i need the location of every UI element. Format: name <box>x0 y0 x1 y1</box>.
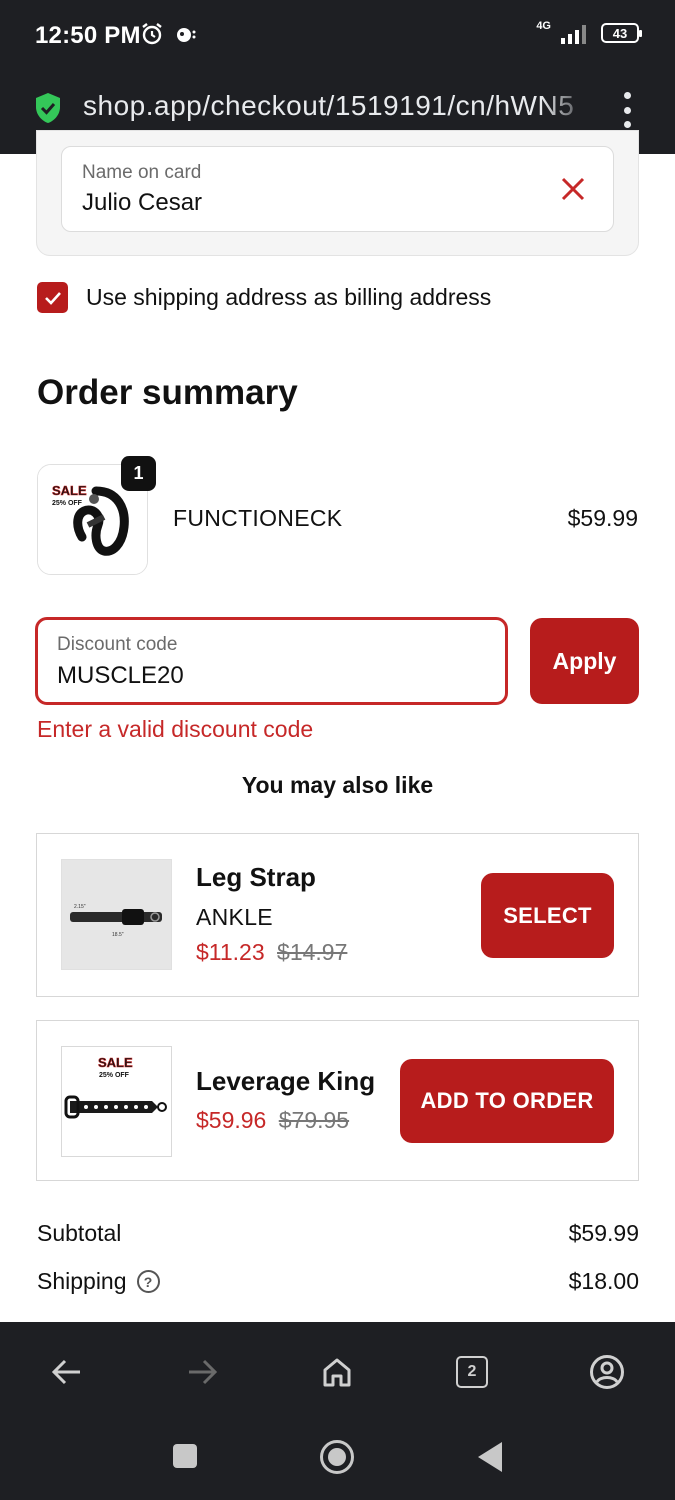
tab-count: 2 <box>456 1356 488 1388</box>
browser-bottom-bar: 2 <box>0 1322 675 1420</box>
subtotal-label: Subtotal <box>37 1220 122 1246</box>
upsell-price: $59.96 $79.95 <box>196 1107 349 1134</box>
billing-checkbox-label[interactable]: Use shipping address as billing address <box>86 284 491 311</box>
status-time: 12:50 PM <box>35 22 141 49</box>
name-on-card-field[interactable]: Name on card Julio Cesar <box>61 146 614 232</box>
billing-checkbox[interactable] <box>37 282 68 313</box>
sale-price: $59.96 <box>196 1107 267 1133</box>
svg-text:SALE: SALE <box>52 483 87 498</box>
battery-icon: 43 <box>601 23 642 43</box>
tab-switcher-icon[interactable]: 2 <box>452 1352 492 1392</box>
help-icon[interactable]: ? <box>136 1270 160 1293</box>
system-nav-bar <box>0 1420 675 1500</box>
shield-check-icon[interactable] <box>34 92 62 124</box>
subtotal-row: Subtotal $59.99 <box>37 1220 639 1247</box>
upsell-title: Leverage King <box>196 1066 376 1096</box>
system-home-icon[interactable] <box>320 1440 354 1474</box>
svg-text:25% OFF: 25% OFF <box>52 500 83 507</box>
discount-code-value: MUSCLE20 <box>57 662 184 689</box>
upsell-heading: You may also like <box>241 772 434 798</box>
svg-text:25% OFF: 25% OFF <box>99 1072 130 1079</box>
clear-icon[interactable] <box>559 175 587 203</box>
url-text[interactable]: shop.app/checkout/1519191/cn/hWN5 <box>83 90 593 122</box>
shipping-row: Shipping ? $18.00 <box>37 1268 639 1295</box>
svg-text:18.5": 18.5" <box>112 932 124 938</box>
upsell-card: SALE 25% OFF Leverage King $59.96 $79.95… <box>36 1020 639 1181</box>
svg-text:2.15": 2.15" <box>74 904 86 910</box>
upsell-variant: ANKLE <box>196 904 273 930</box>
name-on-card-value: Julio Cesar <box>82 189 203 216</box>
discount-code-label: Discount code <box>57 634 178 655</box>
more-options-icon[interactable] <box>617 92 637 128</box>
status-bar: 12:50 PM 4G 43 <box>0 0 675 68</box>
discount-code-input[interactable]: Discount code MUSCLE20 <box>35 617 508 705</box>
original-price: $79.95 <box>278 1107 350 1133</box>
account-icon[interactable] <box>587 1352 627 1392</box>
name-on-card-label: Name on card <box>82 162 202 183</box>
line-item-price: $59.99 <box>567 505 638 531</box>
add-to-order-button[interactable]: ADD TO ORDER <box>400 1059 614 1143</box>
back-arrow-icon[interactable] <box>47 1352 87 1392</box>
upsell-card: 2.15" 18.5" Leg Strap ANKLE $11.23 $14.9… <box>36 833 639 997</box>
upsell-price: $11.23 $14.97 <box>196 939 347 966</box>
sale-price: $11.23 <box>196 939 265 965</box>
forward-arrow-icon[interactable] <box>182 1352 222 1392</box>
system-back-icon[interactable] <box>478 1442 502 1472</box>
original-price: $14.97 <box>277 939 348 965</box>
discount-error-message: Enter a valid discount code <box>37 716 314 742</box>
apply-discount-button[interactable]: Apply <box>530 618 639 704</box>
shipping-value: $18.00 <box>568 1268 639 1294</box>
line-item-name: FUNCTIONECK <box>173 505 343 531</box>
shipping-label: Shipping <box>37 1268 127 1294</box>
checkmark-icon <box>44 291 61 305</box>
recent-apps-icon[interactable] <box>173 1444 197 1468</box>
order-summary-title: Order summary <box>37 373 298 412</box>
upsell-title: Leg Strap <box>196 862 316 892</box>
signal-icon <box>561 25 586 44</box>
quantity-badge: 1 <box>121 456 156 491</box>
leverage-king-image: SALE 25% OFF <box>61 1046 172 1157</box>
select-button[interactable]: SELECT <box>481 873 614 958</box>
notification-icon <box>177 28 196 42</box>
alarm-icon <box>142 23 162 45</box>
leg-strap-image: 2.15" 18.5" <box>61 859 172 970</box>
home-icon[interactable] <box>317 1352 357 1392</box>
svg-text:SALE: SALE <box>98 1055 133 1070</box>
network-type: 4G <box>536 20 551 32</box>
subtotal-value: $59.99 <box>568 1220 639 1246</box>
